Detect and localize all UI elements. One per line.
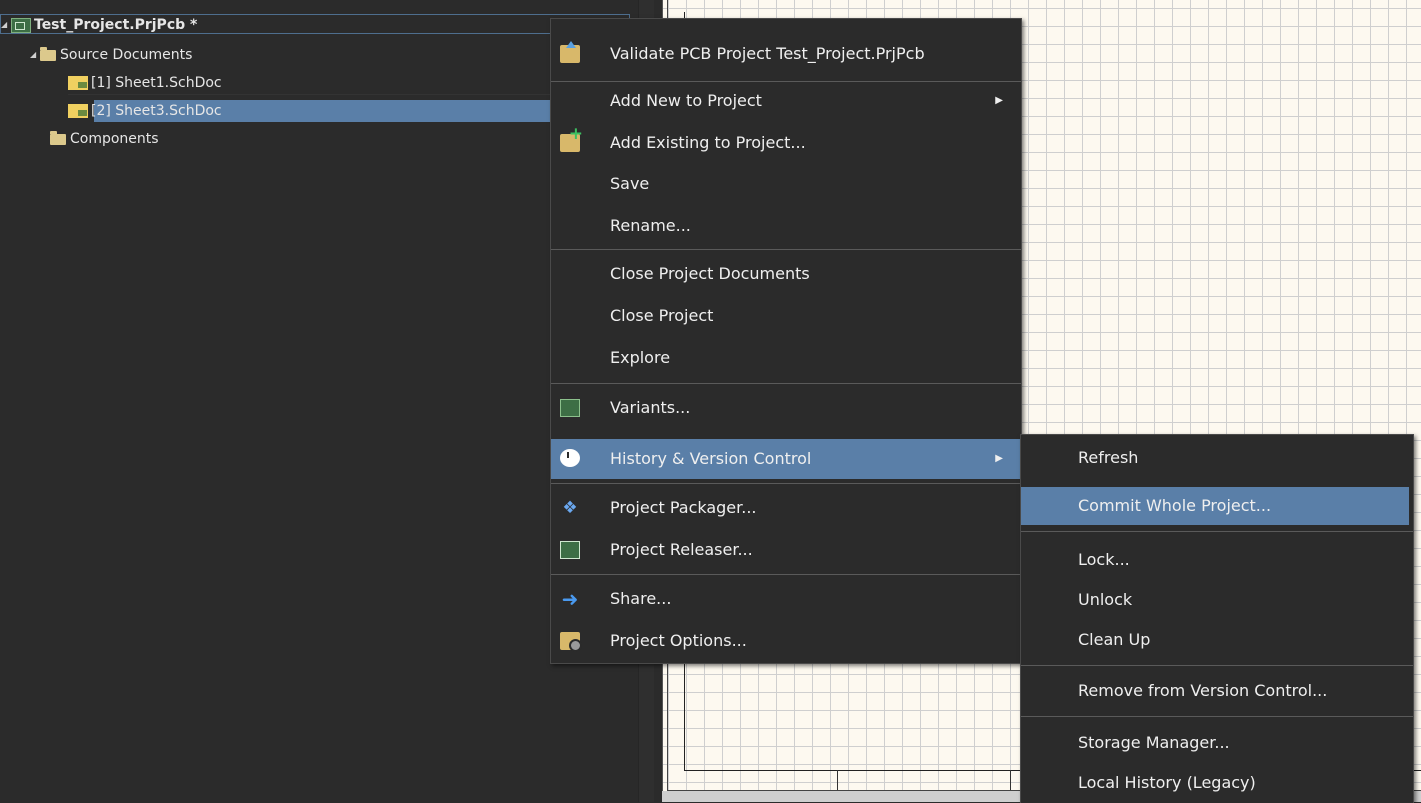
menu-item-label: Add Existing to Project... bbox=[610, 133, 806, 152]
menu-item-label: Add New to Project bbox=[610, 91, 762, 110]
menu-item-label: Refresh bbox=[1078, 448, 1139, 467]
menu-item-history-version-control[interactable]: History & Version Control ▶ bbox=[551, 439, 1021, 479]
menu-item-label: Lock... bbox=[1078, 550, 1130, 569]
menu-separator bbox=[1021, 716, 1413, 717]
project-name: Test_Project.PrjPcb * bbox=[34, 17, 198, 33]
menu-item-label: Commit Whole Project... bbox=[1078, 496, 1272, 515]
menu-item-project-packager[interactable]: ❖ Project Packager... bbox=[551, 489, 1021, 527]
menu-item-label: Project Packager... bbox=[610, 498, 757, 517]
expand-arrow-icon[interactable]: ◢ bbox=[30, 44, 40, 66]
menu-separator bbox=[551, 383, 1021, 384]
zone-divider bbox=[837, 770, 838, 790]
menu-item-explore[interactable]: Explore bbox=[551, 339, 1021, 377]
menu-item-close-project[interactable]: Close Project bbox=[551, 297, 1021, 335]
submenu-item-refresh[interactable]: Refresh bbox=[1021, 439, 1413, 477]
folder-label: Components bbox=[70, 131, 159, 147]
menu-item-add-existing[interactable]: Add Existing to Project... bbox=[551, 124, 1021, 162]
menu-item-label: Variants... bbox=[610, 398, 691, 417]
clock-icon bbox=[560, 449, 580, 467]
menu-item-label: Remove from Version Control... bbox=[1078, 681, 1328, 700]
submenu-item-lock[interactable]: Lock... bbox=[1021, 541, 1413, 579]
menu-item-validate[interactable]: Validate PCB Project Test_Project.PrjPcb bbox=[551, 35, 1021, 73]
menu-item-label: Save bbox=[610, 174, 650, 193]
add-existing-icon bbox=[560, 125, 583, 152]
menu-item-rename[interactable]: Rename... bbox=[551, 207, 1021, 245]
folder-icon bbox=[40, 46, 56, 61]
menu-item-variants[interactable]: Variants... bbox=[551, 389, 1021, 427]
menu-separator bbox=[1021, 531, 1413, 532]
menu-item-label: Close Project bbox=[610, 306, 714, 325]
submenu-arrow-icon: ▶ bbox=[995, 95, 1003, 106]
menu-item-share[interactable]: ➜ Share... bbox=[551, 580, 1021, 618]
menu-item-label: Project Options... bbox=[610, 631, 747, 650]
project-context-menu: Validate PCB Project Test_Project.PrjPcb… bbox=[550, 18, 1022, 664]
document-label: [2] Sheet3.SchDoc bbox=[91, 103, 222, 119]
menu-item-add-new[interactable]: Add New to Project ▶ bbox=[551, 82, 1021, 120]
menu-item-project-releaser[interactable]: Project Releaser... bbox=[551, 531, 1021, 569]
tree-item-project[interactable]: ◢ Test_Project.PrjPcb * bbox=[0, 14, 630, 34]
menu-item-label: Explore bbox=[610, 348, 671, 367]
menu-separator bbox=[551, 249, 1021, 250]
menu-item-save[interactable]: Save bbox=[551, 165, 1021, 203]
expand-arrow-icon[interactable]: ◢ bbox=[1, 15, 11, 35]
menu-item-label: Rename... bbox=[610, 216, 691, 235]
menu-separator bbox=[551, 483, 1021, 484]
document-label: [1] Sheet1.SchDoc bbox=[91, 75, 222, 91]
submenu-arrow-icon: ▶ bbox=[995, 453, 1003, 464]
share-arrow-icon: ➜ bbox=[561, 587, 579, 611]
tree-item-source-documents[interactable]: ◢ Source Documents bbox=[30, 44, 638, 66]
submenu-item-local-history[interactable]: Local History (Legacy) bbox=[1021, 764, 1413, 802]
menu-item-close-documents[interactable]: Close Project Documents bbox=[551, 255, 1021, 293]
version-control-submenu: Refresh Commit Whole Project... Lock... … bbox=[1020, 434, 1414, 803]
menu-separator bbox=[1021, 665, 1413, 666]
menu-item-label: Unlock bbox=[1078, 590, 1133, 609]
schematic-doc-icon bbox=[68, 76, 88, 90]
schematic-doc-icon bbox=[68, 104, 88, 118]
submenu-item-clean-up[interactable]: Clean Up bbox=[1021, 621, 1413, 659]
variants-icon bbox=[560, 399, 580, 417]
menu-item-label: Clean Up bbox=[1078, 630, 1151, 649]
menu-separator bbox=[551, 574, 1021, 575]
submenu-item-unlock[interactable]: Unlock bbox=[1021, 581, 1413, 619]
submenu-item-commit[interactable]: Commit Whole Project... bbox=[1021, 487, 1409, 525]
zone-divider bbox=[1010, 770, 1011, 790]
folder-icon bbox=[50, 130, 66, 145]
menu-item-label: Validate PCB Project Test_Project.PrjPcb bbox=[610, 44, 925, 63]
menu-item-label: Local History (Legacy) bbox=[1078, 773, 1256, 792]
submenu-item-storage-manager[interactable]: Storage Manager... bbox=[1021, 724, 1413, 762]
projects-panel: ◢ Test_Project.PrjPcb * ◢ Source Documents… bbox=[0, 0, 654, 802]
menu-item-label: Project Releaser... bbox=[610, 540, 753, 559]
project-options-icon bbox=[560, 632, 582, 652]
menu-item-project-options[interactable]: Project Options... bbox=[551, 622, 1021, 660]
submenu-item-remove-version-control[interactable]: Remove from Version Control... bbox=[1021, 672, 1413, 710]
validate-icon bbox=[560, 41, 580, 63]
releaser-icon bbox=[560, 541, 580, 559]
menu-item-label: History & Version Control bbox=[610, 449, 812, 468]
pcb-project-icon bbox=[11, 17, 31, 33]
folder-label: Source Documents bbox=[60, 47, 193, 63]
menu-item-label: Close Project Documents bbox=[610, 264, 810, 283]
menu-item-label: Share... bbox=[610, 589, 672, 608]
menu-item-label: Storage Manager... bbox=[1078, 733, 1230, 752]
dropbox-icon: ❖ bbox=[562, 498, 578, 518]
